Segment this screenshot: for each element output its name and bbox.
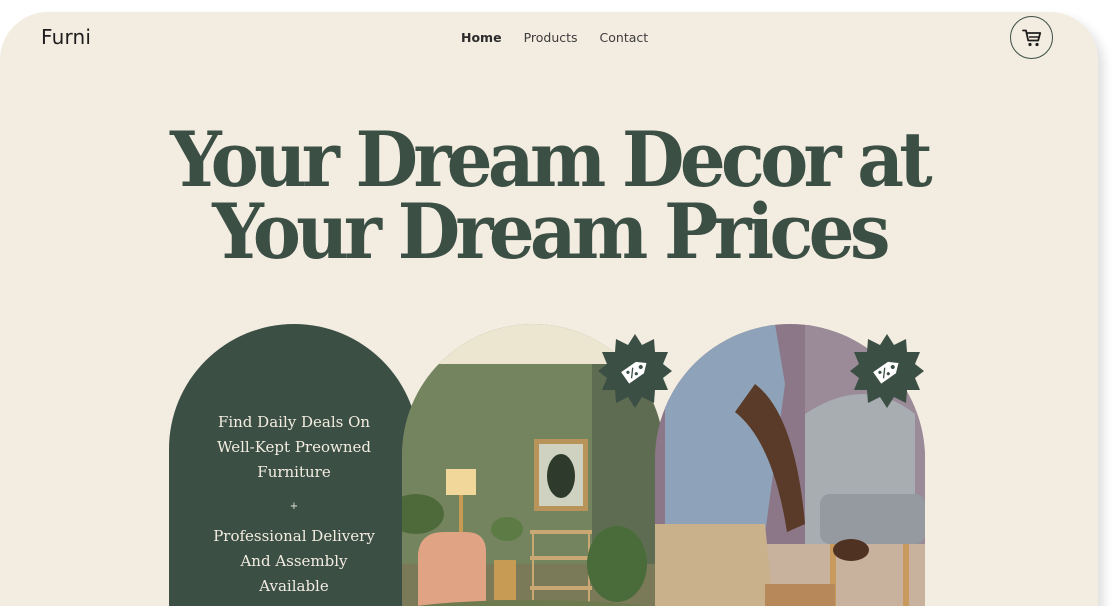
discount-badge-1: [598, 334, 672, 408]
delivery-text: Professional Delivery And Assembly Avail…: [213, 527, 375, 595]
main-nav: Home Products Contact: [461, 30, 670, 45]
separator-plus: +: [289, 501, 299, 512]
cart-button[interactable]: [1010, 16, 1053, 59]
nav-item-contact[interactable]: Contact: [600, 30, 649, 45]
hero-title-line-2: Your Dream Prices: [212, 187, 890, 276]
hero-title-line-1: Your Dream Decor at: [170, 115, 932, 204]
hero-title: Your Dream Decor at Your Dream Prices: [27, 115, 1070, 276]
promo-card: Find Daily Deals On Well-Kept Preowned F…: [169, 324, 419, 606]
cart-icon: [1021, 29, 1041, 46]
page-container: Furni Home Products Contact Your Dream D…: [0, 12, 1098, 606]
nav-item-home[interactable]: Home: [461, 30, 502, 45]
deals-text: Find Daily Deals On Well-Kept Preowned F…: [217, 413, 371, 481]
nav-item-products[interactable]: Products: [524, 30, 578, 45]
brand-logo[interactable]: Furni: [41, 25, 91, 49]
discount-badge-2: [850, 334, 924, 408]
